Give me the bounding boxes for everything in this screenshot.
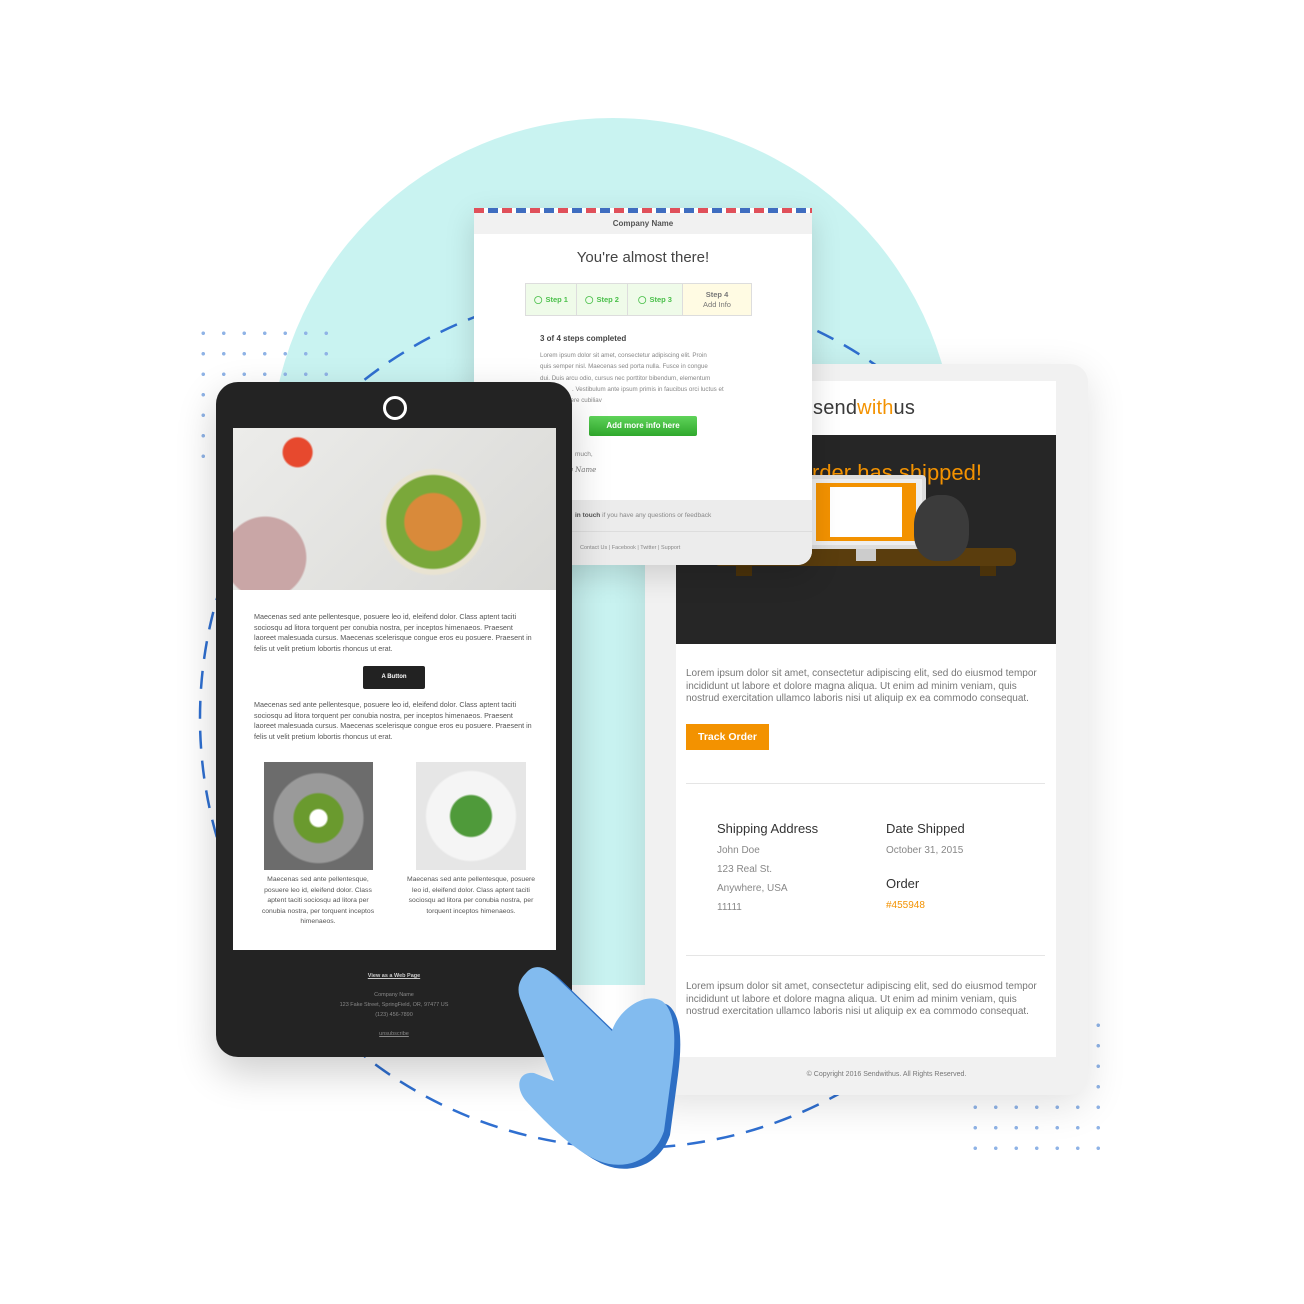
address-line: 123 Real St. [717,864,773,875]
signature: y Name [569,466,597,474]
desk-leg-right [980,566,996,576]
copyright: © Copyright 2016 Sendwithus. All Rights … [806,1071,967,1078]
address-line: Anywhere, USA [717,883,788,894]
divider [686,783,1045,784]
step-1: ◯ Step 1 [525,283,577,316]
desk-leg-left [736,566,752,576]
step-2: ◯ Step 2 [576,283,628,316]
date-shipped-value: October 31, 2015 [886,845,964,856]
facebook-link[interactable]: Facebook [612,545,636,551]
hero-food-image [233,428,556,590]
address-line: John Doe [717,845,760,856]
paragraph: Maecenas sed ante pellentesque, posuere … [254,612,532,653]
steps-completed: 3 of 4 steps completed [540,334,627,343]
cat-icon [914,495,969,561]
avocado-toast-image [264,762,373,870]
caption: Maecenas sed ante pellentesque, posuere … [406,876,536,915]
food-email: Maecenas sed ante pellentesque, posuere … [233,428,556,950]
company-header: Company Name [474,213,812,234]
support-link[interactable]: Support [661,545,680,551]
signoff: much, [575,451,593,458]
body-line: Lorem ipsum dolor sit amet, consectetur … [540,352,707,359]
add-more-info-button[interactable]: Add more info here [589,416,697,436]
check-circle-icon: ◯ [534,295,543,304]
step-3: ◯ Step 3 [627,283,683,316]
check-circle-icon: ◯ [638,295,647,304]
food-email-phone: Maecenas sed ante pellentesque, posuere … [216,382,572,1057]
salad-toast-image [416,762,526,870]
contact-us-link[interactable]: Contact Us [580,545,607,551]
date-shipped-label: Date Shipped [886,821,965,836]
camera-icon [383,396,407,420]
monitor-stand [856,549,876,561]
monitor-icon [806,475,926,549]
paragraph: Maecenas sed ante pellentesque, posuere … [254,700,532,741]
divider [686,955,1045,956]
progress-title: You're almost there! [576,249,710,266]
body-line: quis semper nisl. Maecenas sed porta nul… [540,363,708,371]
sendwithus-logo: sendwithus [813,397,916,419]
intro-text: Lorem ipsum dolor sit amet, consectetur … [686,668,1037,704]
step-4: Step 4 Add Info [682,283,752,316]
track-order-button[interactable]: Track Order [686,724,769,750]
address-line: 11111 [717,902,742,913]
order-number-link[interactable]: #455948 [886,900,925,911]
caption: Maecenas sed ante pellentesque, posuere … [261,876,375,926]
body-line: dui. Duis arcu odio, cursus nec porttito… [540,374,711,382]
a-button[interactable]: A Button [363,666,425,689]
order-label: Order [886,876,920,891]
pointing-hand-icon [518,967,681,1169]
twitter-link[interactable]: Twitter [640,545,656,551]
check-circle-icon: ◯ [585,295,594,304]
outro-text: Lorem ipsum dolor sit amet, consectetur … [686,981,1037,1017]
shipping-address-label: Shipping Address [717,821,819,836]
